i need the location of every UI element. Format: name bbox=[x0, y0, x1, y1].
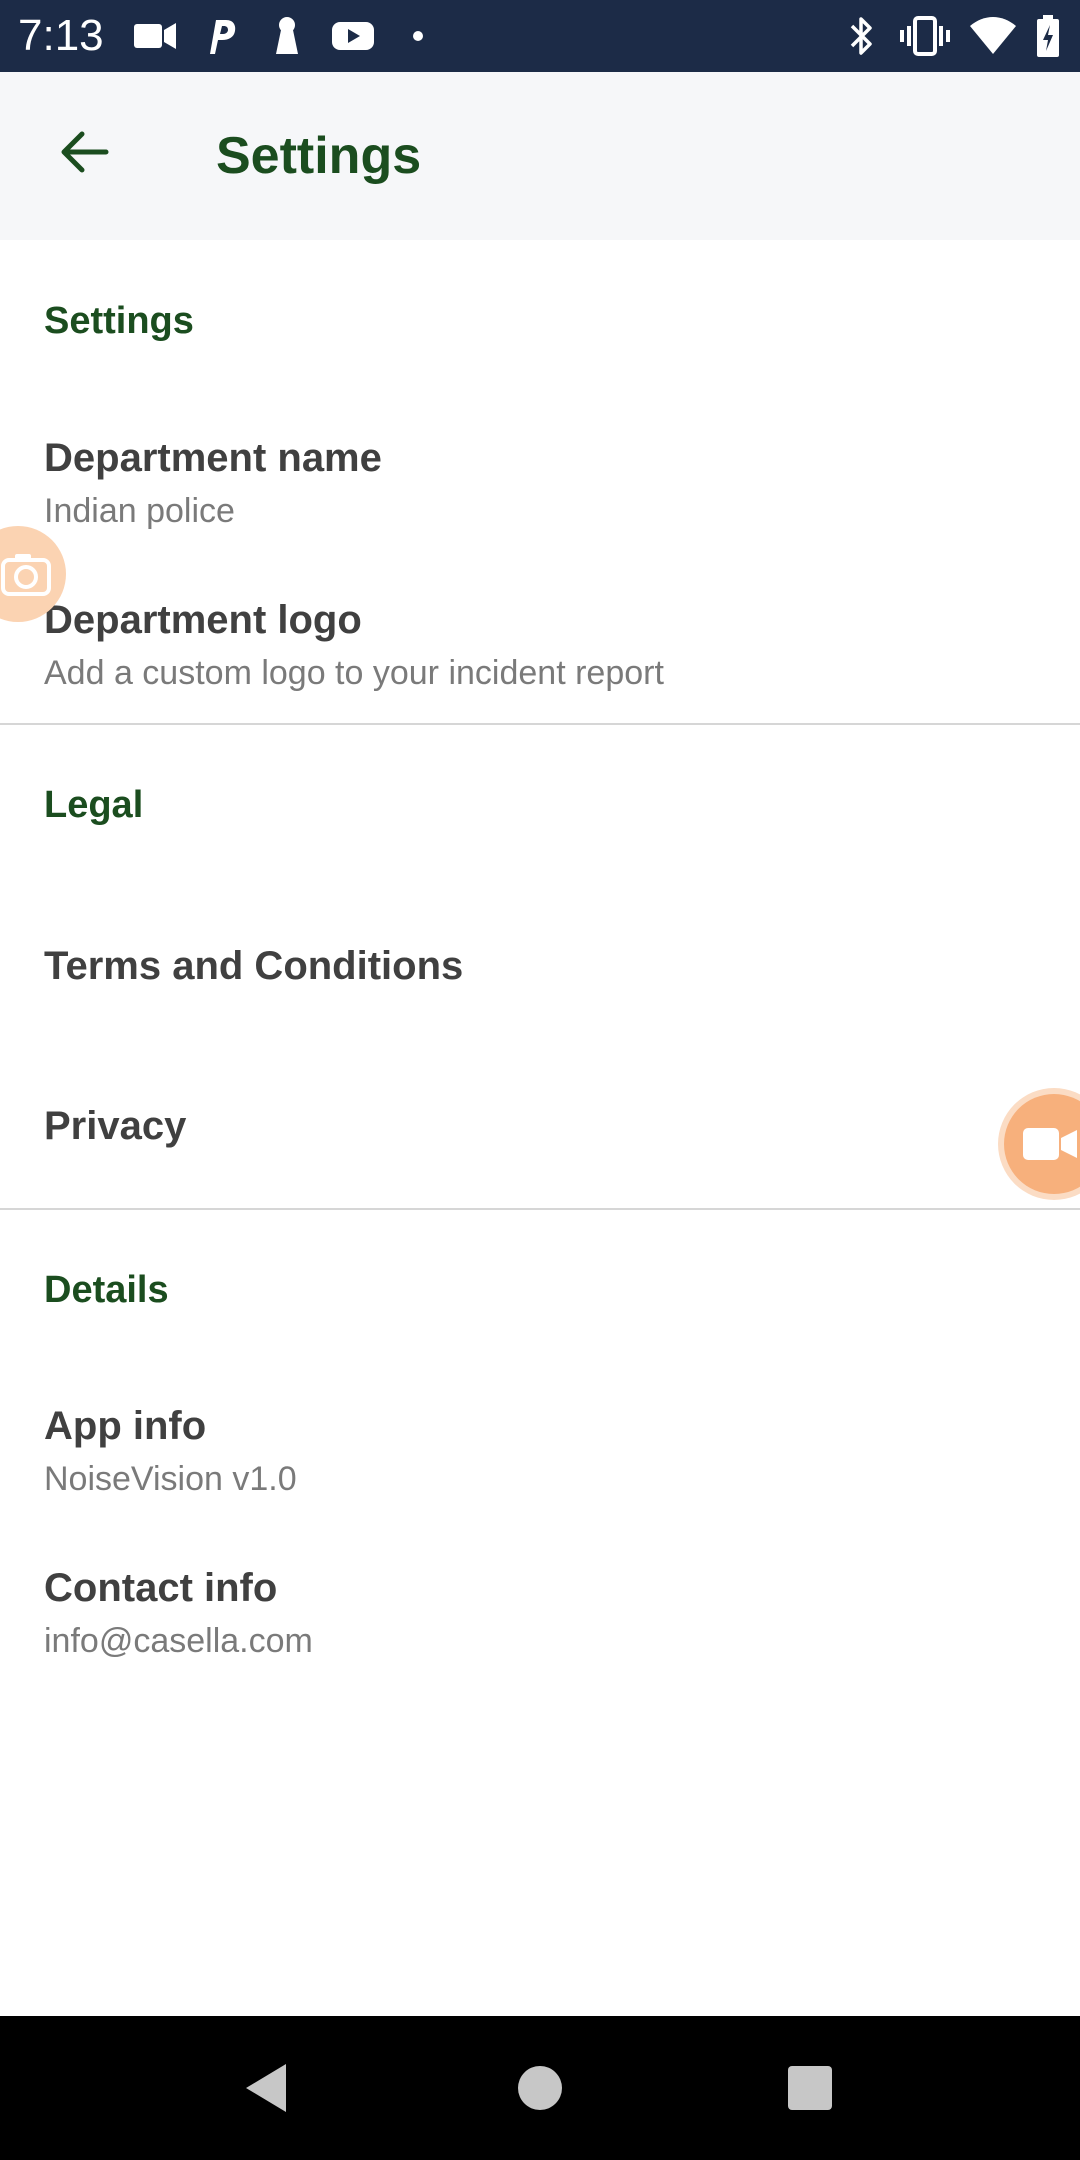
keyhole-icon bbox=[276, 17, 298, 54]
nav-back-button[interactable] bbox=[230, 2052, 302, 2124]
app-bar: Settings bbox=[0, 72, 1080, 240]
setting-title: Department logo bbox=[44, 598, 362, 642]
setting-title: Privacy bbox=[44, 1104, 187, 1148]
setting-title: Terms and Conditions bbox=[44, 944, 464, 988]
youtube-icon bbox=[332, 22, 374, 50]
video-camera-icon bbox=[1023, 1128, 1077, 1160]
nav-back-icon bbox=[246, 2064, 286, 2112]
section-header-details: Details bbox=[44, 1269, 169, 1311]
page-title: Settings bbox=[216, 127, 422, 185]
setting-subtitle: Add a custom logo to your incident repor… bbox=[44, 654, 664, 692]
setting-title: Contact info bbox=[44, 1566, 278, 1610]
wifi-icon bbox=[970, 17, 1016, 54]
setting-title: App info bbox=[44, 1404, 207, 1448]
nav-recents-button[interactable] bbox=[774, 2052, 846, 2124]
nav-home-button[interactable] bbox=[504, 2052, 576, 2124]
nav-home-icon bbox=[518, 2066, 562, 2110]
setting-subtitle: NoiseVision v1.0 bbox=[44, 1460, 297, 1498]
divider bbox=[0, 723, 1080, 725]
setting-subtitle: Indian police bbox=[44, 492, 235, 530]
back-button[interactable] bbox=[44, 112, 124, 192]
arrow-back-icon bbox=[61, 131, 109, 173]
status-time: 7:13 bbox=[18, 11, 104, 60]
camera-icon bbox=[1, 554, 51, 596]
section-header-legal: Legal bbox=[44, 784, 144, 826]
p-icon bbox=[210, 20, 236, 54]
status-bar: 7:13 bbox=[0, 0, 1080, 72]
vibrate-icon bbox=[900, 16, 950, 56]
bluetooth-icon bbox=[850, 17, 872, 55]
nav-recents-icon bbox=[788, 2066, 832, 2110]
video-camera-icon bbox=[134, 23, 176, 49]
system-nav-bar bbox=[0, 2016, 1080, 2160]
setting-subtitle: info@casella.com bbox=[44, 1622, 313, 1660]
setting-title: Department name bbox=[44, 436, 382, 480]
dot-icon bbox=[413, 31, 423, 41]
divider bbox=[0, 1208, 1080, 1210]
battery-icon bbox=[1037, 15, 1059, 57]
section-header-settings: Settings bbox=[44, 300, 194, 342]
floating-video-bubble[interactable] bbox=[1004, 1094, 1080, 1194]
